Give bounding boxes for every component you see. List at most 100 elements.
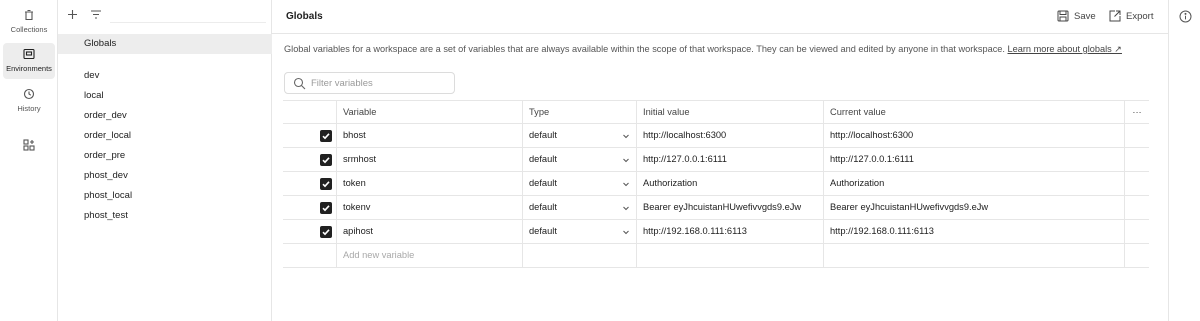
chevron-down-icon	[623, 230, 629, 235]
chevron-down-icon	[623, 134, 629, 139]
rail-item-add-widgets[interactable]	[3, 134, 55, 170]
filter-variables-box[interactable]	[284, 72, 455, 94]
new-type-cell[interactable]	[522, 244, 636, 268]
sidebar-item-order-pre[interactable]: order_pre	[84, 148, 125, 164]
history-icon	[23, 88, 35, 100]
sidebar-item-globals[interactable]: Globals	[58, 34, 272, 54]
export-icon	[1109, 10, 1121, 22]
table-row: token default Authorization Authorizatio…	[283, 172, 1149, 196]
sidebar-item-order-local[interactable]: order_local	[84, 128, 131, 144]
new-initial-value-cell[interactable]	[636, 244, 823, 268]
header-checkbox-cell	[283, 101, 336, 125]
row-checkbox[interactable]	[320, 226, 332, 238]
info-icon[interactable]	[1179, 10, 1192, 23]
icon-rail: Collections Environments History	[0, 0, 58, 321]
page-title: Globals	[286, 11, 323, 22]
globals-description: Global variables for a workspace are a s…	[284, 44, 1122, 55]
more-options-button[interactable]: ···	[1124, 101, 1149, 125]
initial-value-cell[interactable]: Authorization	[636, 172, 823, 196]
save-label: Save	[1074, 10, 1096, 22]
row-actions-cell	[1124, 148, 1149, 172]
environment-list-panel: Globals dev local order_dev order_local …	[58, 0, 272, 321]
export-button[interactable]: Export	[1109, 10, 1153, 22]
row-actions-cell	[1124, 244, 1149, 268]
rail-item-collections[interactable]: Collections	[3, 4, 55, 40]
row-actions-cell	[1124, 220, 1149, 244]
row-checkbox[interactable]	[320, 202, 332, 214]
sidebar-item-local[interactable]: local	[84, 88, 104, 104]
rail-label-collections: Collections	[10, 25, 48, 34]
row-checkbox-cell	[283, 124, 336, 148]
environment-search[interactable]	[110, 5, 266, 23]
table-row: bhost default http://localhost:6300 http…	[283, 124, 1149, 148]
table-row: srmhost default http://127.0.0.1:6111 ht…	[283, 148, 1149, 172]
initial-value-cell[interactable]: http://192.168.0.111:6113	[636, 220, 823, 244]
variable-name-cell[interactable]: apihost	[336, 220, 522, 244]
sidebar-item-dev[interactable]: dev	[84, 68, 99, 84]
variable-name-cell[interactable]: tokenv	[336, 196, 522, 220]
current-value-cell[interactable]: Authorization	[823, 172, 1124, 196]
row-checkbox-cell	[283, 196, 336, 220]
header-current-value: Current value	[823, 101, 1124, 125]
search-icon	[293, 77, 306, 90]
current-value-cell[interactable]: http://127.0.0.1:6111	[823, 148, 1124, 172]
plus-icon	[67, 9, 77, 19]
initial-value-cell[interactable]: http://127.0.0.1:6111	[636, 148, 823, 172]
filter-variables-input[interactable]	[311, 76, 451, 90]
type-select[interactable]: default	[522, 148, 636, 172]
type-select[interactable]: default	[522, 196, 636, 220]
type-value: default	[529, 226, 557, 236]
check-icon	[322, 133, 330, 140]
variable-name-cell[interactable]: srmhost	[336, 148, 522, 172]
environment-icon	[23, 48, 35, 60]
rail-item-environments[interactable]: Environments	[3, 43, 55, 79]
sidebar-item-phost-test[interactable]: phost_test	[84, 208, 128, 224]
row-checkbox[interactable]	[320, 154, 332, 166]
add-variable-row: Add new variable	[283, 244, 1149, 268]
add-new-variable-input[interactable]: Add new variable	[336, 244, 522, 268]
sidebar-item-phost-local[interactable]: phost_local	[84, 188, 132, 204]
row-actions-cell	[1124, 196, 1149, 220]
add-environment-button[interactable]	[64, 6, 80, 22]
new-current-value-cell[interactable]	[823, 244, 1124, 268]
save-button[interactable]: Save	[1057, 10, 1096, 22]
row-checkbox[interactable]	[320, 130, 332, 142]
check-icon	[322, 181, 330, 188]
chevron-down-icon	[623, 182, 629, 187]
trash-icon	[25, 9, 33, 21]
table-header-row: Variable Type Initial value Current valu…	[283, 100, 1149, 125]
header-initial-value: Initial value	[636, 101, 823, 125]
type-select[interactable]: default	[522, 124, 636, 148]
current-value-cell[interactable]: http://localhost:6300	[823, 124, 1124, 148]
env-toolbar	[58, 0, 272, 30]
row-checkbox[interactable]	[320, 178, 332, 190]
current-value-cell[interactable]: Bearer eyJhcuistanHUwefivvgds9.eJw	[823, 196, 1124, 220]
type-value: default	[529, 178, 557, 188]
sidebar-item-phost-dev[interactable]: phost_dev	[84, 168, 128, 184]
globals-label: Globals	[84, 38, 117, 49]
learn-more-link[interactable]: Learn more about globals ↗	[1008, 44, 1122, 54]
type-value: default	[529, 154, 557, 164]
current-value-cell[interactable]: http://192.168.0.111:6113	[823, 220, 1124, 244]
add-widgets-icon	[23, 139, 35, 151]
chevron-down-icon	[623, 206, 629, 211]
sidebar-item-order-dev[interactable]: order_dev	[84, 108, 127, 124]
initial-value-cell[interactable]: http://localhost:6300	[636, 124, 823, 148]
row-checkbox-cell	[283, 148, 336, 172]
type-select[interactable]: default	[522, 220, 636, 244]
sort-filter-button[interactable]	[88, 6, 104, 22]
row-checkbox-cell	[283, 172, 336, 196]
check-icon	[322, 157, 330, 164]
initial-value-cell[interactable]: Bearer eyJhcuistanHUwefivvgds9.eJw	[636, 196, 823, 220]
row-actions-cell	[1124, 124, 1149, 148]
check-icon	[322, 229, 330, 236]
variable-name-cell[interactable]: bhost	[336, 124, 522, 148]
row-checkbox-cell	[283, 220, 336, 244]
main-area: Globals Save Export Global variables for…	[272, 0, 1168, 321]
rail-item-history[interactable]: History	[3, 83, 55, 119]
type-select[interactable]: default	[522, 172, 636, 196]
table-row: apihost default http://192.168.0.111:611…	[283, 220, 1149, 244]
chevron-down-icon	[623, 158, 629, 163]
variable-name-cell[interactable]: token	[336, 172, 522, 196]
rail-label-environments: Environments	[6, 64, 52, 73]
